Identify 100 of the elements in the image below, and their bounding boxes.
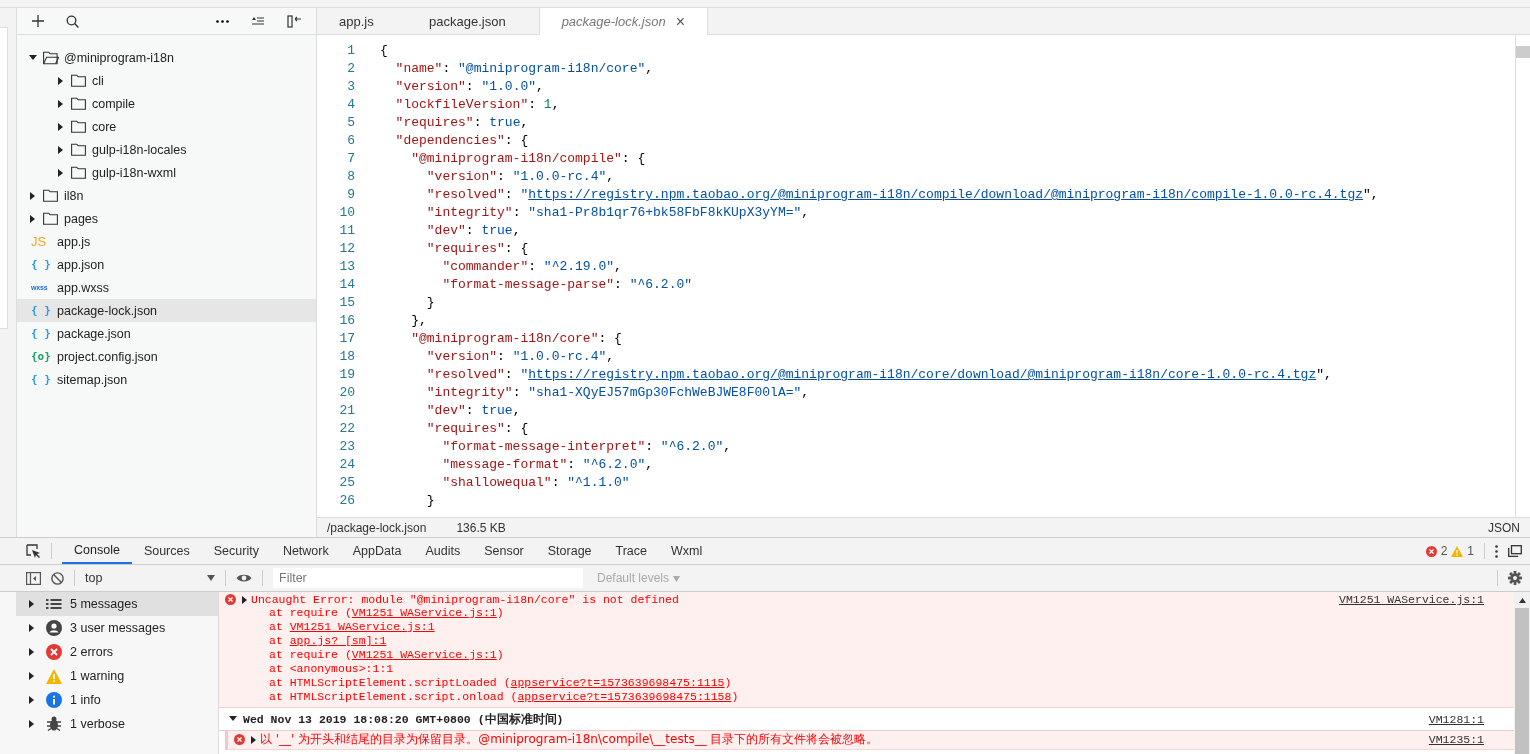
message-filter[interactable]: 3 user messages xyxy=(16,616,218,640)
context-selector[interactable]: top xyxy=(85,571,215,585)
editor-tab[interactable]: app.js xyxy=(317,8,401,34)
devtools-tab[interactable]: AppData xyxy=(340,538,414,564)
line-number: 11 xyxy=(338,222,356,240)
tree-item[interactable]: gulp-i18n-wxml xyxy=(17,161,316,184)
inspect-icon[interactable] xyxy=(26,543,41,559)
language-mode[interactable]: JSON xyxy=(1488,520,1520,535)
tree-item[interactable]: { } package-lock.json xyxy=(17,299,316,322)
code-line: "resolved": "https://registry.npm.taobao.org/@miniprogram-i18n/compile/download/@miniprogram-i18n/compile-1.0.0-rc.4.tgz", xyxy=(425,186,1379,204)
stack-line: at HTMLScriptElement.scriptLoaded (appservice?t=1573639698475:1115) xyxy=(268,676,733,690)
eye-icon[interactable] xyxy=(236,573,252,583)
collapse-all-icon[interactable] xyxy=(251,16,265,26)
tree-item[interactable]: JS app.js xyxy=(17,230,316,253)
error-icon xyxy=(234,734,245,745)
error-icon xyxy=(1425,545,1437,557)
error-text: 以 '__' 为开头和结尾的目录为保留目录。@miniprogram-i18n\compile\__tests__ 目录下的所有文件将会被忽略。 xyxy=(260,731,879,748)
code-line: "shallowequal": "^1.1.0" xyxy=(441,474,630,492)
scrollbar[interactable] xyxy=(1514,592,1530,754)
tree-item[interactable]: @miniprogram-i18n xyxy=(17,46,316,69)
editor-tab[interactable]: package.json xyxy=(401,8,539,34)
code-line: "integrity": "sha1-XQyEJ57mGp30FchWeBJWE8F00lA=", xyxy=(425,384,810,402)
stack-line: at app.js? [sm]:1 xyxy=(268,634,388,648)
line-number: 23 xyxy=(338,438,356,456)
caret-icon xyxy=(241,595,249,604)
settings-icon[interactable] xyxy=(1508,571,1522,585)
source-link[interactable]: VM1281:1 xyxy=(1428,712,1484,726)
stack-line: at require (VM1251 WAService.js:1) xyxy=(268,606,505,620)
tree-item[interactable]: { } sitemap.json xyxy=(17,368,316,391)
editor-tab[interactable]: package-lock.json × xyxy=(538,8,709,35)
code-line: "@miniprogram-i18n/compile": { xyxy=(410,150,646,168)
line-number: 20 xyxy=(338,384,356,402)
tree-item[interactable]: pages xyxy=(17,207,316,230)
message-filter[interactable]: 1 warning xyxy=(16,664,218,688)
message-filter[interactable]: 5 messages xyxy=(16,592,218,616)
hide-panel-icon[interactable] xyxy=(287,14,302,28)
devtools-tab[interactable]: Security xyxy=(201,538,271,564)
code-line: "format-message-interpret": "^6.2.0", xyxy=(441,438,732,456)
line-number: 24 xyxy=(338,456,356,474)
tree-item[interactable]: { } package.json xyxy=(17,322,316,345)
more-icon[interactable] xyxy=(216,19,229,23)
clear-icon[interactable] xyxy=(51,571,64,585)
line-number: 6 xyxy=(346,132,356,150)
code-line: "resolved": "https://registry.npm.taobao.org/@miniprogram-i18n/core/download/@miniprogram-i18n/core-1.0.0-rc.4.tgz", xyxy=(425,366,1332,384)
dropdown-icon xyxy=(207,575,215,581)
close-icon[interactable]: × xyxy=(675,12,686,31)
line-number: 25 xyxy=(338,474,356,492)
more-vertical-icon[interactable] xyxy=(1495,544,1498,558)
tree-item[interactable]: gulp-i18n-locales xyxy=(17,138,316,161)
tree-item[interactable]: cli xyxy=(17,69,316,92)
devtools-tab[interactable]: Sources xyxy=(131,538,202,564)
devtools-tab[interactable]: Sensor xyxy=(472,538,536,564)
list-icon xyxy=(46,599,62,609)
code-line: "dev": true, xyxy=(425,222,521,240)
stack-line: at VM1251 WAService.js:1 xyxy=(268,620,436,634)
file-path: /package-lock.json xyxy=(327,520,427,535)
source-link[interactable]: appservice?t=1573639698475:1158 xyxy=(517,690,732,703)
code-line: "dependencies": { xyxy=(394,132,529,150)
source-link[interactable]: VM1235:1 xyxy=(1428,733,1484,746)
code-line: "requires": { xyxy=(425,240,529,258)
tree-item[interactable]: il8n xyxy=(17,184,316,207)
source-link[interactable]: VM1251 WAService.js:1 xyxy=(1339,593,1484,606)
tree-item[interactable]: core xyxy=(17,115,316,138)
devtools-tab[interactable]: Storage xyxy=(535,538,604,564)
error-icon xyxy=(225,594,236,605)
undock-icon[interactable] xyxy=(1508,545,1522,557)
scroll-up-icon[interactable] xyxy=(1518,598,1526,603)
file-size: 136.5 KB xyxy=(456,520,506,535)
message-filter[interactable]: 1 verbose xyxy=(16,712,218,736)
issue-counter[interactable]: 2 1 xyxy=(1425,544,1474,558)
devtools-tab[interactable]: Audits xyxy=(413,538,473,564)
message-filter[interactable]: 1 info xyxy=(16,688,218,712)
tree-item[interactable]: compile xyxy=(17,92,316,115)
scrollbar[interactable] xyxy=(1515,35,1530,517)
caret-icon xyxy=(28,624,36,632)
file-type-icon: {o} xyxy=(31,350,53,363)
devtools-tab[interactable]: Trace xyxy=(603,538,660,564)
search-icon[interactable] xyxy=(66,14,79,28)
source-link[interactable]: appservice?t=1573639698475:1115 xyxy=(510,676,725,689)
caret-icon xyxy=(28,648,36,656)
info-icon xyxy=(46,692,62,708)
code-line: "version": "1.0.0", xyxy=(394,78,544,96)
group-title: Wed Nov 13 2019 18:08:20 GMT+0800 (中国标准时间) xyxy=(243,711,564,727)
tree-item[interactable]: {o} project.config.json xyxy=(17,345,316,368)
source-link[interactable]: VM1251 WAService.js:1 xyxy=(289,620,435,633)
caret-icon xyxy=(28,672,36,680)
sidebar-toggle-icon[interactable] xyxy=(26,571,41,585)
line-number: 7 xyxy=(346,150,356,168)
tree-item[interactable]: { } app.json xyxy=(17,253,316,276)
filter-field[interactable]: Filter xyxy=(273,568,583,588)
devtools-tab[interactable]: Network xyxy=(270,538,341,564)
caret-icon xyxy=(28,720,36,728)
add-icon[interactable] xyxy=(32,15,44,27)
devtools-tab[interactable]: Wxml xyxy=(659,538,715,564)
file-type-icon: { } xyxy=(31,373,53,386)
source-link[interactable]: VM1251 WAService.js:1 xyxy=(351,648,497,661)
source-link[interactable]: app.js? [sm]:1 xyxy=(289,634,387,647)
message-filter[interactable]: 2 errors xyxy=(16,640,218,664)
code-line: "lockfileVersion": 1, xyxy=(394,96,560,114)
source-link[interactable]: VM1251 WAService.js:1 xyxy=(351,606,497,619)
